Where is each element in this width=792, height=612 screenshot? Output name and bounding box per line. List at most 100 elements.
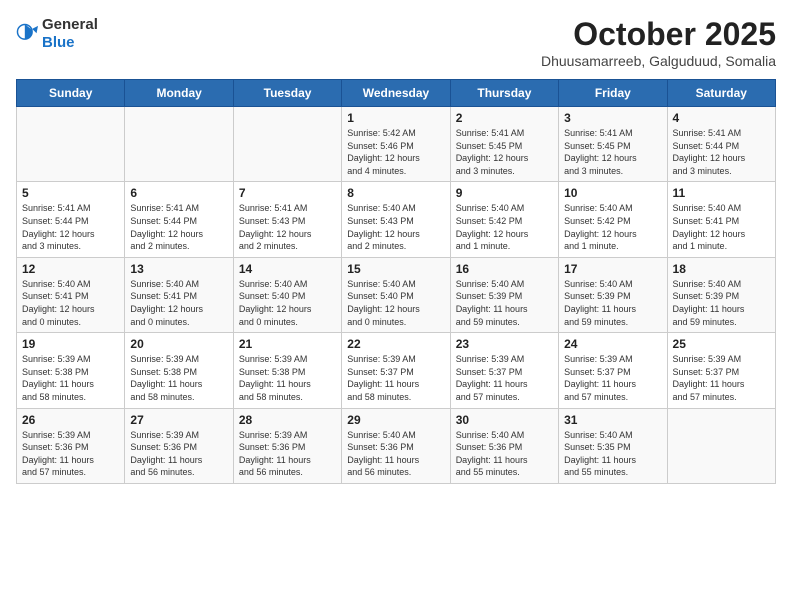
- calendar-cell: 3Sunrise: 5:41 AM Sunset: 5:45 PM Daylig…: [559, 107, 667, 182]
- day-info: Sunrise: 5:40 AM Sunset: 5:41 PM Dayligh…: [673, 202, 770, 252]
- day-number: 31: [564, 413, 661, 427]
- day-number: 6: [130, 186, 227, 200]
- calendar-cell: 25Sunrise: 5:39 AM Sunset: 5:37 PM Dayli…: [667, 333, 775, 408]
- day-number: 11: [673, 186, 770, 200]
- calendar-cell: [17, 107, 125, 182]
- day-number: 14: [239, 262, 336, 276]
- day-number: 25: [673, 337, 770, 351]
- calendar-cell: 8 Sunrise: 5:40 AM Sunset: 5:43 PM Daylig…: [342, 182, 450, 257]
- calendar-cell: 2 Sunrise: 5:41 AM Sunset: 5:45 PM Daylig…: [450, 107, 558, 182]
- weekday-header-cell: Saturday: [667, 80, 775, 107]
- weekday-header-cell: Wednesday: [342, 80, 450, 107]
- calendar-cell: 20 Sunrise: 5:39 AM Sunset: 5:38 PM Dayli…: [125, 333, 233, 408]
- day-info: Sunrise: 5:39 AM Sunset: 5:37 PM Dayligh…: [564, 353, 661, 403]
- calendar-cell: 22Sunrise: 5:39 AM Sunset: 5:37 PM Dayli…: [342, 333, 450, 408]
- day-number: 10: [564, 186, 661, 200]
- calendar-week-row: 5 Sunrise: 5:41 AM Sunset: 5:44 PM Daylig…: [17, 182, 776, 257]
- calendar-cell: 18 Sunrise: 5:40 AM Sunset: 5:39 PM Dayli…: [667, 257, 775, 332]
- day-number: 12: [22, 262, 119, 276]
- day-number: 20: [130, 337, 227, 351]
- day-info: Sunrise: 5:39 AM Sunset: 5:38 PM Dayligh…: [239, 353, 336, 403]
- calendar-cell: 24Sunrise: 5:39 AM Sunset: 5:37 PM Dayli…: [559, 333, 667, 408]
- day-info: Sunrise: 5:40 AM Sunset: 5:41 PM Dayligh…: [130, 278, 227, 328]
- calendar-cell: 11 Sunrise: 5:40 AM Sunset: 5:41 PM Dayli…: [667, 182, 775, 257]
- logo: General Blue: [16, 16, 98, 52]
- title-area: October 2025 Dhuusamarreeb, Galguduud, S…: [541, 16, 776, 69]
- page-header: General Blue October 2025 Dhuusamarreeb,…: [16, 16, 776, 69]
- day-number: 21: [239, 337, 336, 351]
- day-info: Sunrise: 5:39 AM Sunset: 5:36 PM Dayligh…: [22, 429, 119, 479]
- day-number: 8: [347, 186, 444, 200]
- calendar-cell: 19 Sunrise: 5:39 AM Sunset: 5:38 PM Dayli…: [17, 333, 125, 408]
- day-info: Sunrise: 5:39 AM Sunset: 5:38 PM Dayligh…: [22, 353, 119, 403]
- calendar-cell: [667, 408, 775, 483]
- location-title: Dhuusamarreeb, Galguduud, Somalia: [541, 53, 776, 69]
- day-info: Sunrise: 5:39 AM Sunset: 5:36 PM Dayligh…: [239, 429, 336, 479]
- weekday-header-cell: Sunday: [17, 80, 125, 107]
- day-number: 2: [456, 111, 553, 125]
- weekday-header-cell: Friday: [559, 80, 667, 107]
- day-number: 19: [22, 337, 119, 351]
- day-number: 17: [564, 262, 661, 276]
- calendar-cell: 29Sunrise: 5:40 AM Sunset: 5:36 PM Dayli…: [342, 408, 450, 483]
- calendar-week-row: 1Sunrise: 5:42 AM Sunset: 5:46 PM Daylig…: [17, 107, 776, 182]
- calendar-cell: 13 Sunrise: 5:40 AM Sunset: 5:41 PM Dayli…: [125, 257, 233, 332]
- day-info: Sunrise: 5:40 AM Sunset: 5:36 PM Dayligh…: [456, 429, 553, 479]
- calendar-cell: 28 Sunrise: 5:39 AM Sunset: 5:36 PM Dayli…: [233, 408, 341, 483]
- calendar-week-row: 19 Sunrise: 5:39 AM Sunset: 5:38 PM Dayli…: [17, 333, 776, 408]
- weekday-header-cell: Tuesday: [233, 80, 341, 107]
- calendar-cell: 10Sunrise: 5:40 AM Sunset: 5:42 PM Dayli…: [559, 182, 667, 257]
- calendar-cell: 16Sunrise: 5:40 AM Sunset: 5:39 PM Dayli…: [450, 257, 558, 332]
- calendar-week-row: 12 Sunrise: 5:40 AM Sunset: 5:41 PM Dayli…: [17, 257, 776, 332]
- day-info: Sunrise: 5:41 AM Sunset: 5:44 PM Dayligh…: [22, 202, 119, 252]
- day-number: 7: [239, 186, 336, 200]
- day-info: Sunrise: 5:40 AM Sunset: 5:39 PM Dayligh…: [456, 278, 553, 328]
- day-info: Sunrise: 5:40 AM Sunset: 5:35 PM Dayligh…: [564, 429, 661, 479]
- day-info: Sunrise: 5:41 AM Sunset: 5:45 PM Dayligh…: [456, 127, 553, 177]
- calendar-cell: 17Sunrise: 5:40 AM Sunset: 5:39 PM Dayli…: [559, 257, 667, 332]
- day-number: 22: [347, 337, 444, 351]
- day-number: 15: [347, 262, 444, 276]
- calendar-cell: 27Sunrise: 5:39 AM Sunset: 5:36 PM Dayli…: [125, 408, 233, 483]
- day-info: Sunrise: 5:42 AM Sunset: 5:46 PM Dayligh…: [347, 127, 444, 177]
- day-info: Sunrise: 5:40 AM Sunset: 5:42 PM Dayligh…: [456, 202, 553, 252]
- calendar-cell: 14Sunrise: 5:40 AM Sunset: 5:40 PM Dayli…: [233, 257, 341, 332]
- calendar-cell: 12 Sunrise: 5:40 AM Sunset: 5:41 PM Dayli…: [17, 257, 125, 332]
- calendar-cell: 7 Sunrise: 5:41 AM Sunset: 5:43 PM Daylig…: [233, 182, 341, 257]
- day-info: Sunrise: 5:40 AM Sunset: 5:41 PM Dayligh…: [22, 278, 119, 328]
- day-number: 23: [456, 337, 553, 351]
- day-info: Sunrise: 5:41 AM Sunset: 5:44 PM Dayligh…: [673, 127, 770, 177]
- weekday-header-cell: Thursday: [450, 80, 558, 107]
- day-number: 28: [239, 413, 336, 427]
- day-number: 4: [673, 111, 770, 125]
- day-number: 27: [130, 413, 227, 427]
- calendar-cell: [233, 107, 341, 182]
- calendar-cell: 15Sunrise: 5:40 AM Sunset: 5:40 PM Dayli…: [342, 257, 450, 332]
- day-info: Sunrise: 5:41 AM Sunset: 5:44 PM Dayligh…: [130, 202, 227, 252]
- logo-blue: Blue: [42, 34, 75, 51]
- day-number: 13: [130, 262, 227, 276]
- logo-icon: [16, 23, 38, 45]
- day-info: Sunrise: 5:41 AM Sunset: 5:45 PM Dayligh…: [564, 127, 661, 177]
- calendar-cell: 6 Sunrise: 5:41 AM Sunset: 5:44 PM Daylig…: [125, 182, 233, 257]
- day-info: Sunrise: 5:41 AM Sunset: 5:43 PM Dayligh…: [239, 202, 336, 252]
- day-info: Sunrise: 5:40 AM Sunset: 5:43 PM Dayligh…: [347, 202, 444, 252]
- day-number: 9: [456, 186, 553, 200]
- day-info: Sunrise: 5:40 AM Sunset: 5:36 PM Dayligh…: [347, 429, 444, 479]
- calendar-cell: 9 Sunrise: 5:40 AM Sunset: 5:42 PM Daylig…: [450, 182, 558, 257]
- logo-general: General: [42, 16, 98, 33]
- weekday-header-row: SundayMondayTuesdayWednesdayThursdayFrid…: [17, 80, 776, 107]
- calendar-cell: 1Sunrise: 5:42 AM Sunset: 5:46 PM Daylig…: [342, 107, 450, 182]
- logo-text: General Blue: [42, 16, 98, 52]
- day-info: Sunrise: 5:40 AM Sunset: 5:39 PM Dayligh…: [673, 278, 770, 328]
- day-number: 18: [673, 262, 770, 276]
- calendar-cell: 30 Sunrise: 5:40 AM Sunset: 5:36 PM Dayli…: [450, 408, 558, 483]
- calendar-cell: 5 Sunrise: 5:41 AM Sunset: 5:44 PM Daylig…: [17, 182, 125, 257]
- day-number: 30: [456, 413, 553, 427]
- day-info: Sunrise: 5:39 AM Sunset: 5:37 PM Dayligh…: [456, 353, 553, 403]
- calendar-cell: 26 Sunrise: 5:39 AM Sunset: 5:36 PM Dayli…: [17, 408, 125, 483]
- calendar-week-row: 26 Sunrise: 5:39 AM Sunset: 5:36 PM Dayli…: [17, 408, 776, 483]
- day-info: Sunrise: 5:39 AM Sunset: 5:38 PM Dayligh…: [130, 353, 227, 403]
- day-number: 26: [22, 413, 119, 427]
- day-number: 5: [22, 186, 119, 200]
